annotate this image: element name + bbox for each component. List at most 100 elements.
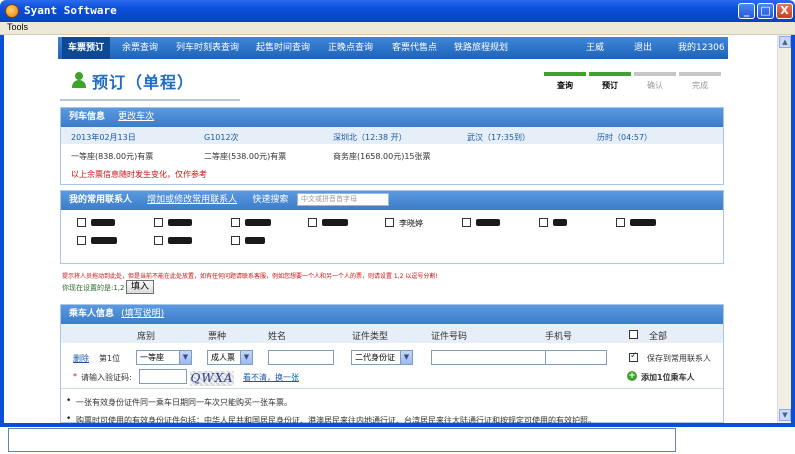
- redacted-name: [245, 219, 271, 226]
- nav-agencies[interactable]: 客票代售点: [392, 37, 437, 59]
- contact-checkbox[interactable]: [231, 236, 240, 245]
- window-title: Syant Software: [24, 4, 117, 17]
- maximize-button[interactable]: □: [757, 3, 774, 19]
- step-confirm: 确认: [634, 72, 676, 91]
- hint-text: 提示将人员拖动到此处，但是当前不能在此处放置，如有任何问题请联系客服，例如您想要…: [62, 273, 438, 280]
- nav-username[interactable]: 王威: [586, 37, 604, 59]
- id-number-input[interactable]: [431, 350, 553, 365]
- seat-business-class: 商务座(1658.00元)15张票: [333, 152, 431, 161]
- redacted-name: [91, 219, 115, 226]
- window-titlebar[interactable]: Syant Software _ □ X: [0, 0, 795, 22]
- redacted-name: [168, 237, 192, 244]
- col-name: 姓名: [268, 332, 287, 342]
- travel-date: 2013年02月13日: [71, 133, 136, 142]
- refresh-captcha-link[interactable]: 看不清，换一张: [243, 372, 299, 383]
- add-icon: +: [627, 371, 637, 381]
- nav-timetable[interactable]: 列车时刻表查询: [176, 37, 239, 59]
- edit-contacts-link[interactable]: 增加或修改常用联系人: [147, 195, 237, 205]
- booking-header: 预订（单程）: [62, 65, 262, 99]
- contact-name: 李晓婷: [399, 219, 423, 228]
- redacted-name: [168, 219, 192, 226]
- change-train-link[interactable]: 更改车次: [118, 112, 154, 122]
- contact-checkbox[interactable]: [539, 218, 548, 227]
- fill-button[interactable]: 填入: [126, 280, 155, 294]
- captcha-label: 请输入验证码:: [81, 373, 132, 382]
- col-id-number: 证件号码: [431, 332, 468, 342]
- nav-remaining-tickets[interactable]: 余票查询: [122, 37, 158, 59]
- seat-select[interactable]: 一等座 ▼: [136, 350, 192, 365]
- main-nav: 车票预订 余票查询 列车时刻表查询 起售时间查询 正晚点查询 客票代售点 铁路旅…: [58, 37, 728, 59]
- step-book: 预订: [589, 72, 631, 91]
- nav-logout[interactable]: 退出: [634, 37, 652, 59]
- seat-first-class: 一等座(838.00元)有票: [71, 152, 154, 161]
- chevron-down-icon: ▼: [240, 351, 252, 364]
- nav-delay-query[interactable]: 正晚点查询: [328, 37, 373, 59]
- chevron-down-icon: ▼: [179, 351, 191, 364]
- train-info-header: 列车信息 更改车次: [61, 108, 723, 127]
- contact-checkbox[interactable]: [231, 218, 240, 227]
- menu-tools[interactable]: Tools: [7, 22, 28, 32]
- app-icon: [5, 4, 19, 18]
- contact-checkbox[interactable]: [154, 218, 163, 227]
- phone-input[interactable]: [545, 350, 607, 365]
- note-one: 一张有效身份证件同一乘车日期同一车次只能购买一张车票。: [76, 398, 292, 407]
- redacted-name: [245, 237, 265, 244]
- bullet-icon: •: [66, 396, 72, 406]
- close-button[interactable]: X: [776, 3, 793, 19]
- fill-instructions-link[interactable]: (填写说明): [121, 309, 164, 319]
- quick-search-label: 快速搜索: [252, 195, 289, 205]
- contact-checkbox[interactable]: [385, 218, 394, 227]
- seat-second-class: 二等座(538.00元)有票: [204, 152, 287, 161]
- contacts-header: 我的常用联系人 增加或修改常用联系人 快速搜索: [61, 191, 723, 210]
- col-all: 全部: [649, 332, 668, 342]
- nav-trip-planner[interactable]: 铁路旅程规划: [454, 37, 508, 59]
- vertical-scrollbar[interactable]: ▲ ▼: [777, 35, 791, 423]
- col-id-type: 证件类型: [352, 332, 389, 342]
- note-two: 购票时可使用的有效身份证件包括：中华人民共和国居民身份证、港澳居民来往内地通行证…: [76, 416, 596, 423]
- arrival-station: 武汉（17:35到）: [467, 133, 531, 142]
- ticket-type-select[interactable]: 成人票 ▼: [207, 350, 253, 365]
- title-divider: [60, 99, 240, 101]
- background-window-frame: [8, 428, 676, 452]
- contact-checkbox[interactable]: [308, 218, 317, 227]
- name-input[interactable]: [268, 350, 334, 365]
- ticket-note: 以上余票信息随时发生变化，仅作参考: [71, 170, 207, 179]
- delete-passenger-link[interactable]: 删除: [73, 353, 89, 364]
- col-seat: 席别: [137, 332, 156, 342]
- captcha-image: QWXA: [190, 371, 234, 386]
- nav-my12306[interactable]: 我的12306: [678, 37, 725, 59]
- save-contact-label: 保存到常用联系人: [647, 354, 711, 363]
- departure-station: 深圳北（12:38 开）: [333, 133, 407, 142]
- col-ticket-type: 票种: [208, 332, 227, 342]
- scroll-down-icon[interactable]: ▼: [779, 409, 791, 421]
- id-type-select[interactable]: 二代身份证 ▼: [351, 350, 413, 365]
- window-frame-right: [791, 35, 795, 425]
- step-query: 查询: [544, 72, 586, 91]
- save-contact-checkbox[interactable]: [629, 351, 638, 362]
- contact-checkbox[interactable]: [77, 236, 86, 245]
- contact-checkbox[interactable]: [616, 218, 625, 227]
- passenger-column-header: [61, 324, 723, 343]
- redacted-name: [91, 237, 117, 244]
- step-complete: 完成: [679, 72, 721, 91]
- page-title: 预订（单程）: [92, 73, 195, 92]
- scroll-up-icon[interactable]: ▲: [779, 36, 791, 48]
- contact-checkbox[interactable]: [462, 218, 471, 227]
- add-passenger-button[interactable]: 添加1位乘车人: [641, 372, 695, 383]
- train-number: G1012次: [204, 133, 239, 142]
- contact-checkbox[interactable]: [77, 218, 86, 227]
- passenger-header: 乘车人信息 (填写说明): [61, 305, 723, 324]
- current-setting-label: 你现在设置的是:1,2: [62, 284, 125, 292]
- select-all-checkbox[interactable]: [629, 330, 638, 339]
- nav-sale-time[interactable]: 起售时间查询: [256, 37, 310, 59]
- contact-checkbox[interactable]: [154, 236, 163, 245]
- minimize-button[interactable]: _: [738, 3, 755, 19]
- redacted-name: [322, 219, 348, 226]
- col-phone: 手机号: [545, 332, 573, 342]
- redacted-name: [476, 219, 500, 226]
- chevron-down-icon: ▼: [400, 351, 412, 364]
- nav-book-ticket[interactable]: 车票预订: [62, 37, 111, 59]
- web-content: 车票预订 余票查询 列车时刻表查询 起售时间查询 正晚点查询 客票代售点 铁路旅…: [4, 35, 777, 423]
- contact-search-input[interactable]: 中文或拼音首字母: [297, 193, 389, 206]
- captcha-input[interactable]: [139, 369, 187, 384]
